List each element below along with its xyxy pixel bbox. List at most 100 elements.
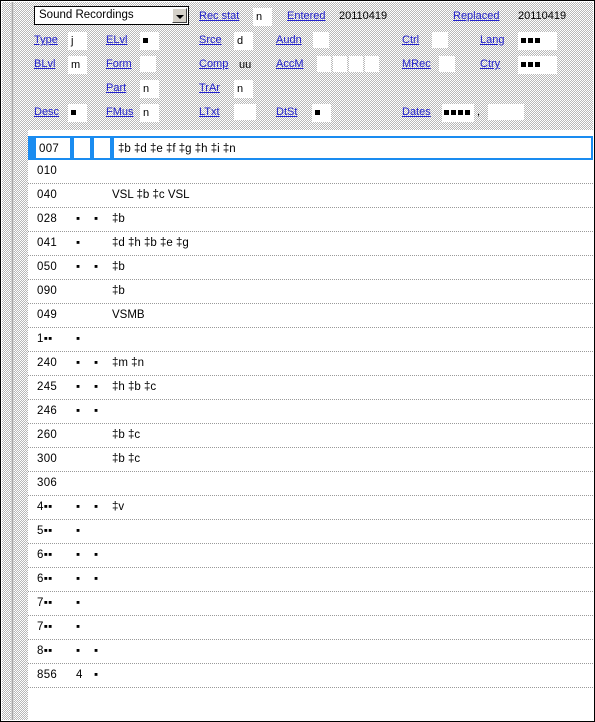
field-data-cell[interactable]: ‡d ‡h ‡b ‡e ‡g	[108, 232, 593, 256]
field-tag-cell[interactable]: 049	[34, 304, 70, 328]
indicator1-cell[interactable]: 4	[72, 664, 88, 688]
indicator2-cell[interactable]: ▪	[90, 664, 106, 688]
table-row[interactable]: 856 4 ▪	[28, 664, 593, 688]
label-part[interactable]: Part	[106, 82, 126, 94]
table-row[interactable]: 090 ‡b	[28, 280, 593, 304]
field-tag-cell[interactable]: 7▪▪	[34, 592, 70, 616]
field-data-cell[interactable]: ‡b	[108, 280, 593, 304]
label-mrec[interactable]: MRec	[402, 58, 431, 70]
field-data-cell[interactable]	[108, 544, 593, 568]
indicator1-cell[interactable]	[72, 136, 92, 160]
field-tag-cell[interactable]: 050	[34, 256, 70, 280]
indicator1-cell[interactable]: ▪	[72, 568, 88, 592]
label-type[interactable]: Type	[34, 34, 58, 46]
field-tag-cell[interactable]: 090	[34, 280, 70, 304]
table-row[interactable]: 010	[28, 160, 593, 184]
label-desc[interactable]: Desc	[34, 106, 59, 118]
label-fmus[interactable]: FMus	[106, 106, 134, 118]
chevron-down-icon[interactable]	[172, 8, 187, 23]
label-replaced[interactable]: Replaced	[453, 10, 499, 22]
indicator2-cell[interactable]: ▪	[90, 640, 106, 664]
label-trar[interactable]: TrAr	[199, 82, 220, 94]
field-data-cell[interactable]: ‡m ‡n	[108, 352, 593, 376]
field-data-cell[interactable]: ‡h ‡b ‡c	[108, 376, 593, 400]
indicator2-cell[interactable]: ▪	[90, 208, 106, 232]
field-tag-cell[interactable]: 7▪▪	[34, 616, 70, 640]
label-ctry[interactable]: Ctry	[480, 58, 500, 70]
field-data-cell[interactable]	[108, 640, 593, 664]
table-row[interactable]: 7▪▪ ▪	[28, 592, 593, 616]
table-row[interactable]: 306	[28, 472, 593, 496]
value-ctrl[interactable]	[432, 32, 448, 48]
label-blvl[interactable]: BLvl	[34, 58, 55, 70]
indicator1-cell[interactable]: ▪	[72, 520, 88, 544]
indicator2-cell[interactable]	[92, 136, 112, 160]
indicator1-cell[interactable]	[72, 160, 88, 184]
indicator2-cell[interactable]: ▪	[90, 376, 106, 400]
table-row[interactable]: 1▪▪ ▪	[28, 328, 593, 352]
indicator1-cell[interactable]: ▪	[72, 256, 88, 280]
field-data-cell[interactable]	[108, 664, 593, 688]
value-audn[interactable]	[313, 32, 329, 48]
indicator2-cell[interactable]	[90, 280, 106, 304]
indicator2-cell[interactable]	[90, 328, 106, 352]
field-data-cell[interactable]: ‡b ‡c	[108, 424, 593, 448]
field-data-cell[interactable]: VSL ‡b ‡c VSL	[108, 184, 593, 208]
table-row[interactable]: 050 ▪ ▪ ‡b	[28, 256, 593, 280]
indicator2-cell[interactable]: ▪	[90, 256, 106, 280]
indicator1-cell[interactable]: ▪	[72, 400, 88, 424]
table-row[interactable]: 300 ‡b ‡c	[28, 448, 593, 472]
field-data-cell[interactable]: ‡b ‡d ‡e ‡f ‡g ‡h ‡i ‡n	[112, 136, 593, 160]
field-tag-cell[interactable]: 306	[34, 472, 70, 496]
label-accm[interactable]: AccM	[276, 58, 304, 70]
value-elvl[interactable]	[140, 32, 159, 50]
indicator1-cell[interactable]: ▪	[72, 208, 88, 232]
field-tag-cell[interactable]: 040	[34, 184, 70, 208]
label-srce[interactable]: Srce	[199, 34, 222, 46]
field-data-cell[interactable]	[108, 520, 593, 544]
table-row[interactable]: 7▪▪ ▪	[28, 616, 593, 640]
indicator1-cell[interactable]: ▪	[72, 496, 88, 520]
field-tag-cell[interactable]: 245	[34, 376, 70, 400]
indicator1-cell[interactable]: ▪	[72, 376, 88, 400]
value-dates-2[interactable]	[488, 104, 524, 120]
field-tag-cell[interactable]: 6▪▪	[34, 544, 70, 568]
value-lang[interactable]	[518, 32, 557, 50]
indicator2-cell[interactable]: ▪	[90, 352, 106, 376]
field-data-cell[interactable]: VSMB	[108, 304, 593, 328]
label-entered[interactable]: Entered	[287, 10, 326, 22]
value-srce[interactable]: d	[234, 32, 253, 50]
indicator2-cell[interactable]	[90, 184, 106, 208]
table-row[interactable]: 6▪▪ ▪ ▪	[28, 544, 593, 568]
field-data-cell[interactable]	[108, 568, 593, 592]
field-tag-cell[interactable]: 300	[34, 448, 70, 472]
field-data-cell[interactable]	[108, 592, 593, 616]
indicator1-cell[interactable]: ▪	[72, 640, 88, 664]
field-data-cell[interactable]	[108, 616, 593, 640]
value-comp[interactable]: uu	[239, 58, 251, 72]
field-tag-cell[interactable]: 1▪▪	[34, 328, 70, 352]
value-fmus[interactable]: n	[140, 104, 159, 122]
field-tag-cell[interactable]: 856	[34, 664, 70, 688]
label-ltxt[interactable]: LTxt	[199, 106, 220, 118]
field-tag-cell[interactable]: 007	[34, 136, 72, 160]
indicator1-cell[interactable]	[72, 472, 88, 496]
label-dates[interactable]: Dates	[402, 106, 431, 118]
indicator1-cell[interactable]: ▪	[72, 592, 88, 616]
table-row[interactable]: 028 ▪ ▪ ‡b	[28, 208, 593, 232]
field-tag-cell[interactable]: 6▪▪	[34, 568, 70, 592]
indicator2-cell[interactable]	[90, 472, 106, 496]
value-trar[interactable]: n	[234, 80, 253, 98]
indicator1-cell[interactable]	[72, 448, 88, 472]
label-dtst[interactable]: DtSt	[276, 106, 297, 118]
field-data-cell[interactable]	[108, 472, 593, 496]
label-ctrl[interactable]: Ctrl	[402, 34, 419, 46]
value-accm-3[interactable]	[349, 56, 363, 72]
value-rec-stat[interactable]: n	[253, 8, 272, 26]
indicator2-cell[interactable]: ▪	[90, 400, 106, 424]
indicator1-cell[interactable]	[72, 280, 88, 304]
field-tag-cell[interactable]: 4▪▪	[34, 496, 70, 520]
table-row[interactable]: 5▪▪ ▪	[28, 520, 593, 544]
field-tag-cell[interactable]: 5▪▪	[34, 520, 70, 544]
table-row[interactable]: 246 ▪ ▪	[28, 400, 593, 424]
